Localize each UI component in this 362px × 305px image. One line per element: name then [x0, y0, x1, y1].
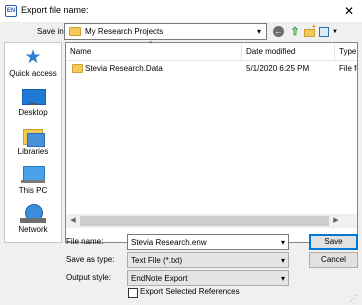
new-folder-button[interactable]: ✦ — [303, 24, 317, 39]
title-bar: EN Export file name: ✕ — [0, 0, 362, 22]
back-button[interactable]: ← — [272, 25, 286, 39]
export-selected-label: Export Selected References — [140, 287, 240, 296]
column-header-name[interactable]: Name — [66, 43, 242, 61]
chevron-down-icon: ▼ — [332, 29, 338, 35]
save-as-type-label: Save as type: — [66, 255, 115, 264]
scroll-right-icon[interactable]: ▶ — [329, 214, 343, 228]
sort-ascending-icon: ^ — [149, 41, 153, 48]
output-style-dropdown[interactable]: EndNote Export ▾ — [127, 270, 289, 286]
places-bar: ★ Quick access Desktop Libraries This PC… — [4, 42, 62, 243]
file-name-field[interactable]: Stevia Research.enw ▾ — [127, 234, 289, 250]
sparkle-icon: ✦ — [311, 24, 317, 31]
up-one-level-button[interactable]: ⇧ — [288, 25, 302, 39]
item-date-modified: 5/1/2020 6:25 PM — [246, 64, 310, 73]
save-in-label: Save in: — [37, 27, 66, 36]
save-in-value: My Research Projects — [85, 27, 164, 36]
cancel-button[interactable]: Cancel — [309, 252, 358, 268]
computer-icon — [23, 166, 45, 181]
view-menu-button[interactable]: ▼ — [318, 25, 342, 39]
place-label: Network — [18, 225, 48, 234]
close-button[interactable]: ✕ — [340, 3, 358, 19]
resize-grip-icon[interactable]: ⋰ — [350, 294, 360, 304]
output-style-value: EndNote Export — [131, 274, 188, 283]
file-name-value: Stevia Research.enw — [131, 238, 207, 247]
chevron-down-icon: ▾ — [280, 274, 285, 283]
save-in-dropdown[interactable]: My Research Projects ▾ — [64, 23, 267, 40]
place-quick-access[interactable]: ★ Quick access — [5, 43, 61, 83]
scroll-corner — [343, 214, 357, 228]
item-name: Stevia Research.Data — [85, 64, 163, 73]
computer-base — [21, 180, 45, 183]
folder-icon — [72, 64, 83, 73]
place-label: Quick access — [9, 69, 57, 78]
export-selected-checkbox[interactable] — [128, 288, 138, 298]
chevron-down-icon[interactable]: ▾ — [278, 237, 288, 248]
place-label: This PC — [18, 186, 48, 195]
view-grid-icon — [319, 27, 329, 37]
endnote-app-icon: EN — [5, 5, 17, 17]
list-item[interactable]: Stevia Research.Data 5/1/2020 6:25 PM Fi… — [66, 62, 357, 76]
back-arrow-icon: ← — [273, 26, 284, 37]
window-title: Export file name: — [21, 5, 89, 15]
save-as-type-dropdown[interactable]: Text File (*.txt) ▾ — [127, 252, 289, 268]
place-label: Desktop — [18, 108, 48, 117]
place-desktop[interactable]: Desktop — [5, 82, 61, 122]
up-arrow-icon: ⇧ — [290, 26, 300, 38]
export-selected-checkbox-row[interactable]: Export Selected References — [128, 287, 258, 299]
scroll-left-icon[interactable]: ◀ — [66, 214, 80, 228]
libraries-icon-front — [27, 133, 45, 147]
chevron-down-icon: ▾ — [256, 27, 261, 36]
place-this-pc[interactable]: This PC — [5, 160, 61, 200]
file-list[interactable]: Name ^ Date modified Type Stevia Researc… — [65, 41, 358, 243]
place-label: Libraries — [17, 147, 49, 156]
item-type: File fo — [339, 64, 357, 73]
save-button[interactable]: Save — [309, 234, 358, 250]
star-icon: ★ — [24, 47, 42, 68]
desktop-stand — [29, 103, 37, 105]
save-as-type-value: Text File (*.txt) — [131, 256, 183, 265]
horizontal-scrollbar[interactable]: ◀ ▶ — [66, 214, 357, 228]
output-style-label: Output style: — [66, 273, 111, 282]
column-header-type[interactable]: Type — [335, 43, 357, 61]
network-base — [20, 218, 46, 223]
place-libraries[interactable]: Libraries — [5, 121, 61, 161]
file-name-label: File name: — [66, 237, 104, 246]
scrollbar-thumb[interactable] — [80, 216, 329, 226]
column-header-date-modified[interactable]: Date modified — [242, 43, 335, 61]
chevron-down-icon: ▾ — [280, 256, 285, 265]
folder-icon — [69, 27, 81, 36]
place-network[interactable]: Network — [5, 199, 61, 239]
column-header-row: Name ^ Date modified Type — [66, 41, 357, 61]
